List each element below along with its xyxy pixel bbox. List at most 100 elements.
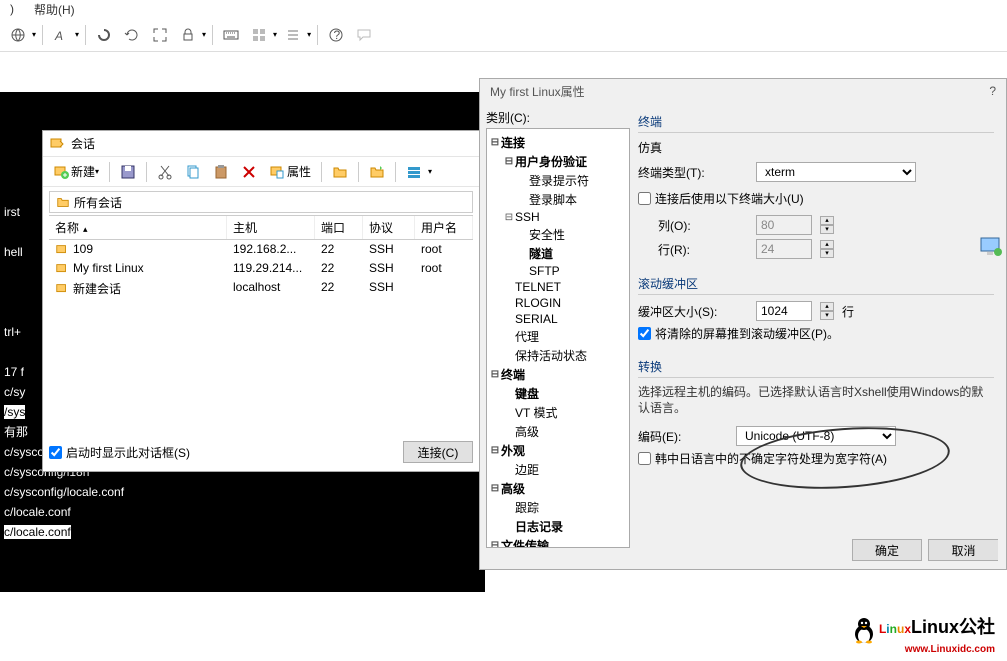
tree-node[interactable]: VT 模式 — [489, 403, 627, 422]
cut-icon[interactable] — [153, 162, 177, 182]
tree-node[interactable]: SFTP — [489, 263, 627, 279]
tree-node[interactable]: 保持活动状态 — [489, 346, 627, 365]
collapse-icon[interactable]: ⊟ — [489, 483, 501, 494]
font-icon[interactable]: A — [49, 23, 73, 47]
lock-icon[interactable] — [176, 23, 200, 47]
tree-node[interactable]: ⊟终端 — [489, 365, 627, 384]
dropdown-icon[interactable]: ▾ — [273, 30, 277, 39]
list-item[interactable]: My first Linux 119.29.214...22SSHroot — [49, 259, 473, 278]
new-icon — [53, 164, 69, 180]
cjk-wide-checkbox[interactable]: 韩中日语言中的不确定字符处理为宽字符(A) — [638, 450, 994, 467]
terminal-type-label: 终端类型(T): — [638, 164, 748, 181]
dropdown-icon[interactable]: ▾ — [202, 30, 206, 39]
cols-spinner[interactable]: ▴▾ — [820, 216, 834, 234]
tree-node[interactable]: 高级 — [489, 422, 627, 441]
properties-dialog: My first Linux属性 ? 类别(C): ⊟连接⊟用户身份验证登录提示… — [479, 78, 1007, 570]
tree-node[interactable]: 代理 — [489, 327, 627, 346]
buffer-input[interactable] — [756, 301, 812, 321]
tree-label: 连接 — [501, 134, 525, 151]
refresh-icon[interactable] — [120, 23, 144, 47]
tree-node[interactable]: 日志记录 — [489, 517, 627, 536]
show-on-start-checkbox[interactable]: 启动时显示此对话框(S) — [49, 444, 190, 461]
properties-button[interactable]: 属性 — [265, 161, 315, 182]
tree-node[interactable]: 登录脚本 — [489, 190, 627, 209]
collapse-icon[interactable]: ⊟ — [503, 156, 515, 167]
category-label: 类别(C): — [486, 109, 630, 126]
tree-node[interactable]: ⊟SSH — [489, 209, 627, 225]
col-host[interactable]: 主机 — [227, 216, 315, 239]
ok-button[interactable]: 确定 — [852, 539, 922, 561]
new-session-button[interactable]: 新建 ▾ — [49, 161, 103, 182]
dropdown-icon[interactable]: ▾ — [75, 30, 79, 39]
sessions-dialog: 会话 新建 ▾ 属性 ▾ 所有会话 名称▴ 主机 端口 协议 用户名 — [42, 130, 480, 472]
use-terminal-size-checkbox[interactable]: 连接后使用以下终端大小(U) — [638, 190, 994, 207]
view-icon[interactable] — [402, 162, 426, 182]
dropdown-icon[interactable]: ▾ — [307, 30, 311, 39]
properties-titlebar: My first Linux属性 ? — [480, 79, 1006, 103]
encoding-select[interactable]: Unicode (UTF-8) — [736, 426, 896, 446]
col-port[interactable]: 端口 — [315, 216, 363, 239]
tree-node[interactable]: 跟踪 — [489, 498, 627, 517]
monitor-icon[interactable] — [980, 237, 1002, 257]
folder-icon — [56, 195, 70, 209]
tree-node[interactable]: TELNET — [489, 279, 627, 295]
rows-input[interactable] — [756, 239, 812, 259]
col-name[interactable]: 名称▴ — [49, 216, 227, 239]
terminal-type-select[interactable]: xterm — [756, 162, 916, 182]
category-tree[interactable]: ⊟连接⊟用户身份验证登录提示符登录脚本⊟SSH安全性隧道SFTPTELNETRL… — [486, 128, 630, 548]
tree-label: 终端 — [501, 366, 525, 383]
tree-node[interactable]: ⊟高级 — [489, 479, 627, 498]
tree-label: 高级 — [515, 423, 539, 440]
dropdown-icon[interactable]: ▾ — [32, 30, 36, 39]
tree-node[interactable]: ⊟连接 — [489, 133, 627, 152]
tree-label: VT 模式 — [515, 404, 557, 421]
fullscreen-icon[interactable] — [148, 23, 172, 47]
col-proto[interactable]: 协议 — [363, 216, 415, 239]
collapse-icon[interactable]: ⊟ — [503, 212, 515, 223]
tree-node[interactable]: 边距 — [489, 460, 627, 479]
collapse-icon[interactable]: ⊟ — [489, 369, 501, 380]
folder-icon[interactable] — [328, 162, 352, 182]
tree-label: 日志记录 — [515, 518, 563, 535]
keyboard-icon[interactable] — [219, 23, 243, 47]
properties-form: 终端 仿真 终端类型(T): xterm 连接后使用以下终端大小(U) 列(O)… — [638, 109, 1000, 529]
tree-node[interactable]: 登录提示符 — [489, 171, 627, 190]
menu-help[interactable]: 帮助(H) — [34, 1, 75, 18]
cols-input[interactable] — [756, 215, 812, 235]
buffer-spinner[interactable]: ▴▾ — [820, 302, 834, 320]
rows-spinner[interactable]: ▴▾ — [820, 240, 834, 258]
tree-node[interactable]: ⊟文件传输 — [489, 536, 627, 548]
help-icon[interactable]: ? — [324, 23, 348, 47]
connect-button[interactable]: 连接(C) — [403, 441, 473, 463]
collapse-icon[interactable]: ⊟ — [489, 137, 501, 148]
dropdown-icon[interactable]: ▾ — [428, 167, 432, 176]
tree-node[interactable]: 键盘 — [489, 384, 627, 403]
chat-icon[interactable] — [352, 23, 376, 47]
list-icon[interactable] — [281, 23, 305, 47]
help-icon[interactable]: ? — [989, 84, 996, 98]
tree-node[interactable]: ⊟外观 — [489, 441, 627, 460]
save-icon[interactable] — [116, 162, 140, 182]
grid-icon[interactable] — [247, 23, 271, 47]
tree-node[interactable]: ⊟用户身份验证 — [489, 152, 627, 171]
sessions-breadcrumb[interactable]: 所有会话 — [49, 191, 473, 213]
list-item[interactable]: 新建会话 localhost22SSH — [49, 278, 473, 299]
paste-icon[interactable] — [209, 162, 233, 182]
new-folder-icon[interactable] — [365, 162, 389, 182]
tree-node[interactable]: 隧道 — [489, 244, 627, 263]
swirl-icon[interactable] — [92, 23, 116, 47]
tree-node[interactable]: SERIAL — [489, 311, 627, 327]
collapse-icon[interactable]: ⊟ — [489, 445, 501, 456]
tree-node[interactable]: 安全性 — [489, 225, 627, 244]
copy-icon[interactable] — [181, 162, 205, 182]
delete-icon[interactable] — [237, 162, 261, 182]
dropdown-icon[interactable]: ▾ — [95, 167, 99, 176]
push-cleared-checkbox[interactable]: 将清除的屏幕推到滚动缓冲区(P)。 — [638, 325, 994, 342]
conversion-heading: 转换 — [638, 354, 994, 378]
collapse-icon[interactable]: ⊟ — [489, 540, 501, 548]
col-user[interactable]: 用户名 — [415, 216, 473, 239]
globe-icon[interactable] — [6, 23, 30, 47]
list-item[interactable]: 109 192.168.2...22SSHroot — [49, 240, 473, 259]
tree-node[interactable]: RLOGIN — [489, 295, 627, 311]
cancel-button[interactable]: 取消 — [928, 539, 998, 561]
